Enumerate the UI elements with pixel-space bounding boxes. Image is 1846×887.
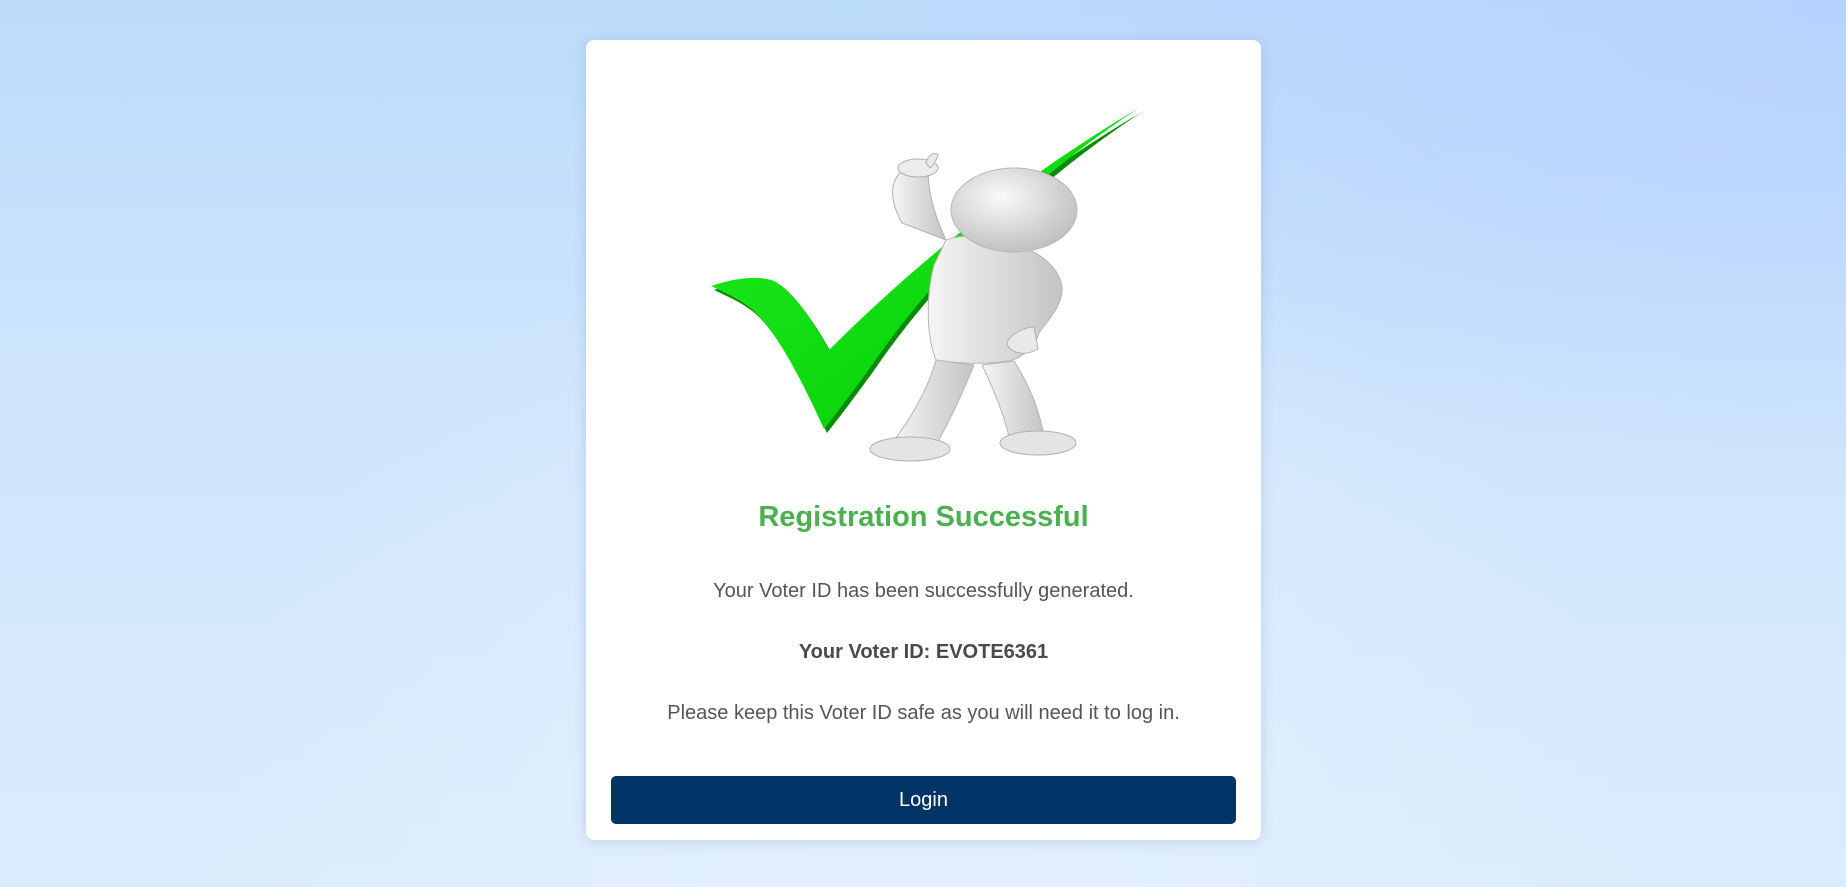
checkmark-figure-icon <box>710 108 1142 462</box>
login-button[interactable]: Login <box>611 776 1236 824</box>
voter-id-display: Your Voter ID: EVOTE6361 <box>798 641 1049 663</box>
registration-success-card: Registration Successful Your Voter ID ha… <box>586 40 1261 840</box>
page-title: Registration Successful <box>758 501 1089 533</box>
page: { "illustration": { "icon": "checkmark-f… <box>0 0 1846 887</box>
safety-note: Please keep this Voter ID safe as you wi… <box>667 702 1180 724</box>
success-message: Your Voter ID has been successfully gene… <box>713 580 1134 602</box>
